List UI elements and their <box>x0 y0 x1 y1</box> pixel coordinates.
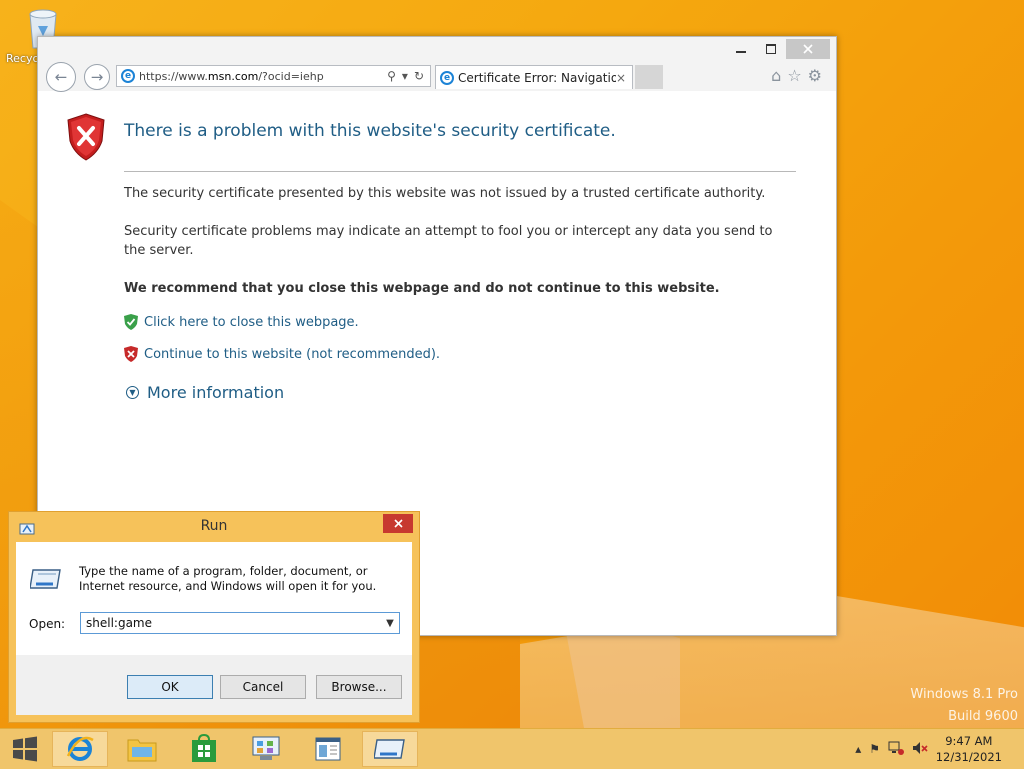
forward-arrow-icon: → <box>90 68 104 86</box>
tab-title: Certificate Error: Navigation... <box>458 70 616 85</box>
recommendation-text: We recommend that you close this webpage… <box>124 281 720 296</box>
run-titlebar[interactable]: Run <box>9 512 419 540</box>
windows-watermark: Windows 8.1 Pro Build 9600 <box>910 684 1018 728</box>
run-description: Type the name of a program, folder, docu… <box>79 564 377 593</box>
cancel-button[interactable]: Cancel <box>220 675 306 699</box>
continue-website-link-text[interactable]: Continue to this website (not recommende… <box>144 347 440 362</box>
clock-time: 9:47 AM <box>945 734 993 748</box>
new-tab-button[interactable] <box>635 65 663 89</box>
action-center-flag-icon[interactable]: ⚑ <box>869 742 880 756</box>
show-hidden-icons-icon[interactable]: ▴ <box>855 742 861 756</box>
document-window-icon <box>315 737 341 761</box>
error-warning: Security certificate problems may indica… <box>124 224 773 258</box>
address-bar[interactable]: e https://www.msn.com/?ocid=iehp ⚲ ▾ ↻ <box>116 65 431 87</box>
clock-date: 12/31/2021 <box>935 750 1002 764</box>
continue-website-link[interactable]: Continue to this website (not recommende… <box>124 346 440 362</box>
close-webpage-link[interactable]: Click here to close this webpage. <box>124 314 359 330</box>
address-tools: ⚲ ▾ ↻ <box>387 69 424 83</box>
tab-certificate-error[interactable]: e Certificate Error: Navigation... × <box>435 65 633 89</box>
chevron-down-icon: ▼ <box>126 386 139 399</box>
control-panel-icon <box>252 736 280 760</box>
right-toolbar: ⌂ ☆ ⚙ <box>771 66 822 85</box>
favorites-star-icon[interactable]: ☆ <box>787 66 801 85</box>
back-button[interactable]: ← <box>46 62 76 92</box>
network-icon[interactable] <box>888 741 904 758</box>
ie-toolbar: ← → e https://www.msn.com/?ocid=iehp ⚲ ▾… <box>38 37 836 92</box>
open-label: Open: <box>29 617 66 631</box>
chevron-down-icon[interactable]: ▼ <box>381 618 399 629</box>
error-description: The security certificate presented by th… <box>124 186 766 201</box>
close-button[interactable] <box>786 39 830 59</box>
watermark-build: Build 9600 <box>948 709 1018 724</box>
taskbar-document[interactable] <box>300 731 356 767</box>
address-url: https://www.msn.com/?ocid=iehp <box>139 69 324 83</box>
volume-muted-icon[interactable] <box>912 741 928 758</box>
run-footer: OK Cancel Browse... <box>16 655 412 715</box>
settings-gear-icon[interactable]: ⚙ <box>808 66 822 85</box>
run-program-icon <box>29 568 62 594</box>
ie-tab-icon: e <box>440 70 454 85</box>
shield-check-icon <box>124 314 138 330</box>
open-combobox[interactable]: shell:game ▼ <box>80 612 400 634</box>
taskbar-file-explorer[interactable] <box>114 731 170 767</box>
taskbar-run[interactable] <box>362 731 418 767</box>
forward-button[interactable]: → <box>84 64 110 90</box>
run-body: Type the name of a program, folder, docu… <box>16 542 412 655</box>
page-title: There is a problem with this website's s… <box>124 121 616 141</box>
windows-logo-icon <box>13 736 37 762</box>
internet-explorer-icon <box>66 736 94 761</box>
maximize-button[interactable] <box>756 39 786 59</box>
browse-button[interactable]: Browse... <box>316 675 402 699</box>
window-controls <box>726 39 830 59</box>
back-arrow-icon: ← <box>54 68 68 86</box>
taskbar-store[interactable] <box>176 731 232 767</box>
shield-x-icon <box>124 346 138 362</box>
taskbar-control-panel[interactable] <box>238 731 294 767</box>
minimize-button[interactable] <box>726 39 756 59</box>
start-button[interactable] <box>0 731 50 767</box>
system-tray: ▴ ⚑ <box>855 729 928 769</box>
run-close-button[interactable] <box>383 514 413 533</box>
more-information-text[interactable]: More information <box>147 383 284 402</box>
taskbar: ▴ ⚑ 9:47 AM 12/31/2021 <box>0 728 1024 769</box>
taskbar-clock[interactable]: 9:47 AM 12/31/2021 <box>936 733 1002 765</box>
run-icon <box>374 739 405 759</box>
ok-button[interactable]: OK <box>127 675 213 699</box>
ie-page-icon: e <box>121 69 135 83</box>
folder-icon <box>127 739 157 762</box>
shield-error-icon <box>66 113 106 165</box>
close-webpage-link-text[interactable]: Click here to close this webpage. <box>144 315 359 330</box>
run-title: Run <box>200 518 228 534</box>
run-dialog: Run Type the name of a program, folder, … <box>8 511 420 723</box>
watermark-edition: Windows 8.1 Pro <box>910 687 1018 702</box>
home-icon[interactable]: ⌂ <box>771 66 781 85</box>
dropdown-arrow-icon[interactable]: ▾ <box>402 69 408 83</box>
store-icon <box>192 734 216 762</box>
more-information-toggle[interactable]: ▼ More information <box>126 383 284 402</box>
title-divider <box>124 171 796 172</box>
open-input-value[interactable]: shell:game <box>86 616 381 630</box>
search-icon[interactable]: ⚲ <box>387 69 396 83</box>
taskbar-ie[interactable] <box>52 731 108 767</box>
refresh-icon[interactable]: ↻ <box>414 69 424 83</box>
tab-close-icon[interactable]: × <box>616 71 626 85</box>
